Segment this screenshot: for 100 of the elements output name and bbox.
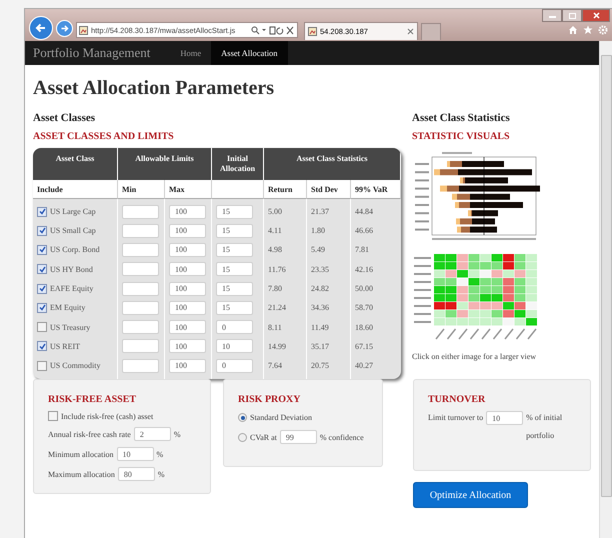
table-cell: 21.24: [268, 303, 286, 312]
asset-class-label: EAFE Equity: [50, 284, 94, 294]
unit-label: % of initial portfolio: [526, 412, 564, 442]
radio-button[interactable]: [238, 413, 247, 422]
input-field[interactable]: 10: [486, 411, 524, 426]
checkbox[interactable]: [37, 206, 47, 216]
input-field[interactable]: 15: [216, 204, 253, 218]
input-field[interactable]: 10: [216, 339, 253, 354]
section-subheading: STATISTIC VISUALS: [412, 131, 511, 142]
input-field[interactable]: [122, 282, 159, 296]
minimize-icon: [548, 13, 556, 18]
close-icon: [592, 12, 600, 19]
field-label: Minimum allocation: [48, 450, 114, 459]
table-cell: 11.76: [268, 264, 286, 274]
input-field[interactable]: [122, 339, 159, 354]
input-field[interactable]: [122, 300, 159, 315]
back-button[interactable]: [29, 16, 53, 40]
home-icon[interactable]: [568, 25, 578, 35]
input-field[interactable]: [122, 224, 159, 238]
table-cell: 5.00: [268, 207, 282, 216]
table-cell: 50.00: [355, 284, 373, 294]
nav-link[interactable]: Home: [170, 41, 212, 65]
input-field[interactable]: 100: [169, 300, 206, 315]
new-tab-button[interactable]: [421, 23, 441, 40]
input-field[interactable]: 100: [169, 339, 206, 354]
checkbox[interactable]: [37, 302, 47, 313]
input-field[interactable]: 100: [169, 282, 206, 296]
asset-class-label: US Large Cap: [50, 207, 96, 216]
close-button[interactable]: [582, 9, 610, 22]
input-field[interactable]: 100: [169, 262, 206, 276]
asset-class-label: US HY Bond: [50, 264, 93, 274]
unit-label: %: [156, 450, 164, 459]
card-heading: RISK PROXY: [238, 394, 302, 406]
column-header: Include: [33, 180, 118, 199]
field-label: Annual risk-free cash rate: [48, 430, 131, 439]
column-group-header: Allowable Limits: [118, 148, 212, 180]
close-tab-icon[interactable]: [407, 28, 414, 35]
input-field[interactable]: [122, 358, 159, 373]
heatmap-drawing[interactable]: [412, 254, 540, 342]
scrollbar[interactable]: [599, 41, 612, 538]
table-cell: 20.75: [311, 361, 329, 370]
input-field[interactable]: 100: [169, 224, 206, 238]
checkbox-label: Include risk-free (cash) asset: [61, 412, 154, 421]
table-cell: 40.27: [355, 361, 373, 370]
star-icon[interactable]: [583, 25, 593, 35]
column-header: Max: [165, 180, 212, 199]
checkbox[interactable]: [37, 341, 47, 352]
input-field[interactable]: [122, 204, 159, 218]
minimize-button[interactable]: [542, 9, 562, 22]
settings-icon[interactable]: [598, 25, 608, 35]
maximize-button[interactable]: [562, 9, 582, 22]
forward-button[interactable]: [56, 20, 73, 37]
table-cell: 24.82: [311, 284, 329, 294]
nav-link[interactable]: Asset Allocation: [211, 41, 288, 65]
table-cell: 42.16: [355, 264, 373, 274]
input-field[interactable]: 100: [169, 242, 206, 257]
input-field[interactable]: 15: [216, 282, 253, 296]
table-cell: 35.17: [311, 342, 329, 351]
input-field[interactable]: 10: [116, 447, 154, 462]
radio-label: Standard Deviation: [250, 413, 312, 422]
checkbox[interactable]: [37, 264, 47, 274]
checkbox[interactable]: [37, 322, 47, 332]
input-field[interactable]: 15: [216, 242, 253, 257]
table-cell: 7.81: [355, 245, 369, 254]
unit-label: % confidence: [320, 432, 364, 442]
asset-class-label: EM Equity: [50, 303, 86, 312]
input-field[interactable]: [122, 242, 159, 257]
input-field[interactable]: 0: [216, 358, 253, 373]
checkbox[interactable]: [48, 411, 58, 422]
input-field[interactable]: 80: [118, 467, 155, 482]
card-heading: TURNOVER: [428, 394, 486, 406]
checkbox[interactable]: [37, 244, 47, 255]
checkbox[interactable]: [37, 284, 47, 294]
input-field[interactable]: 15: [216, 224, 253, 238]
input-field[interactable]: [122, 320, 159, 334]
input-field[interactable]: 2: [134, 427, 171, 442]
input-field[interactable]: 15: [216, 262, 253, 276]
field-label: Maximum allocation: [48, 470, 115, 479]
right-arrow-icon: [60, 24, 69, 33]
input-field[interactable]: [122, 262, 159, 276]
checkbox[interactable]: [37, 226, 47, 236]
input-field[interactable]: 0: [216, 320, 253, 334]
input-field[interactable]: 100: [169, 358, 206, 373]
input-field[interactable]: 100: [169, 320, 206, 334]
column-header: Min: [118, 180, 165, 199]
optimize-button[interactable]: Optimize Allocation: [413, 482, 528, 508]
input-field[interactable]: 15: [216, 300, 253, 315]
table-cell: 67.15: [355, 342, 373, 351]
page-icon: [79, 26, 88, 34]
input-field[interactable]: 100: [169, 204, 206, 218]
site-brand[interactable]: Portfolio Management: [33, 45, 150, 61]
radio-button[interactable]: [238, 432, 247, 442]
table-cell: 34.36: [311, 303, 329, 312]
table-cell: 8.11: [268, 322, 282, 332]
input-field[interactable]: 99: [280, 430, 317, 444]
address-tools-icon[interactable]: [251, 26, 295, 34]
table-cell: 1.80: [311, 226, 325, 236]
column-header: 99% VaR: [351, 180, 401, 199]
checkbox[interactable]: [37, 360, 47, 371]
asset-class-label: US REIT: [50, 342, 80, 351]
